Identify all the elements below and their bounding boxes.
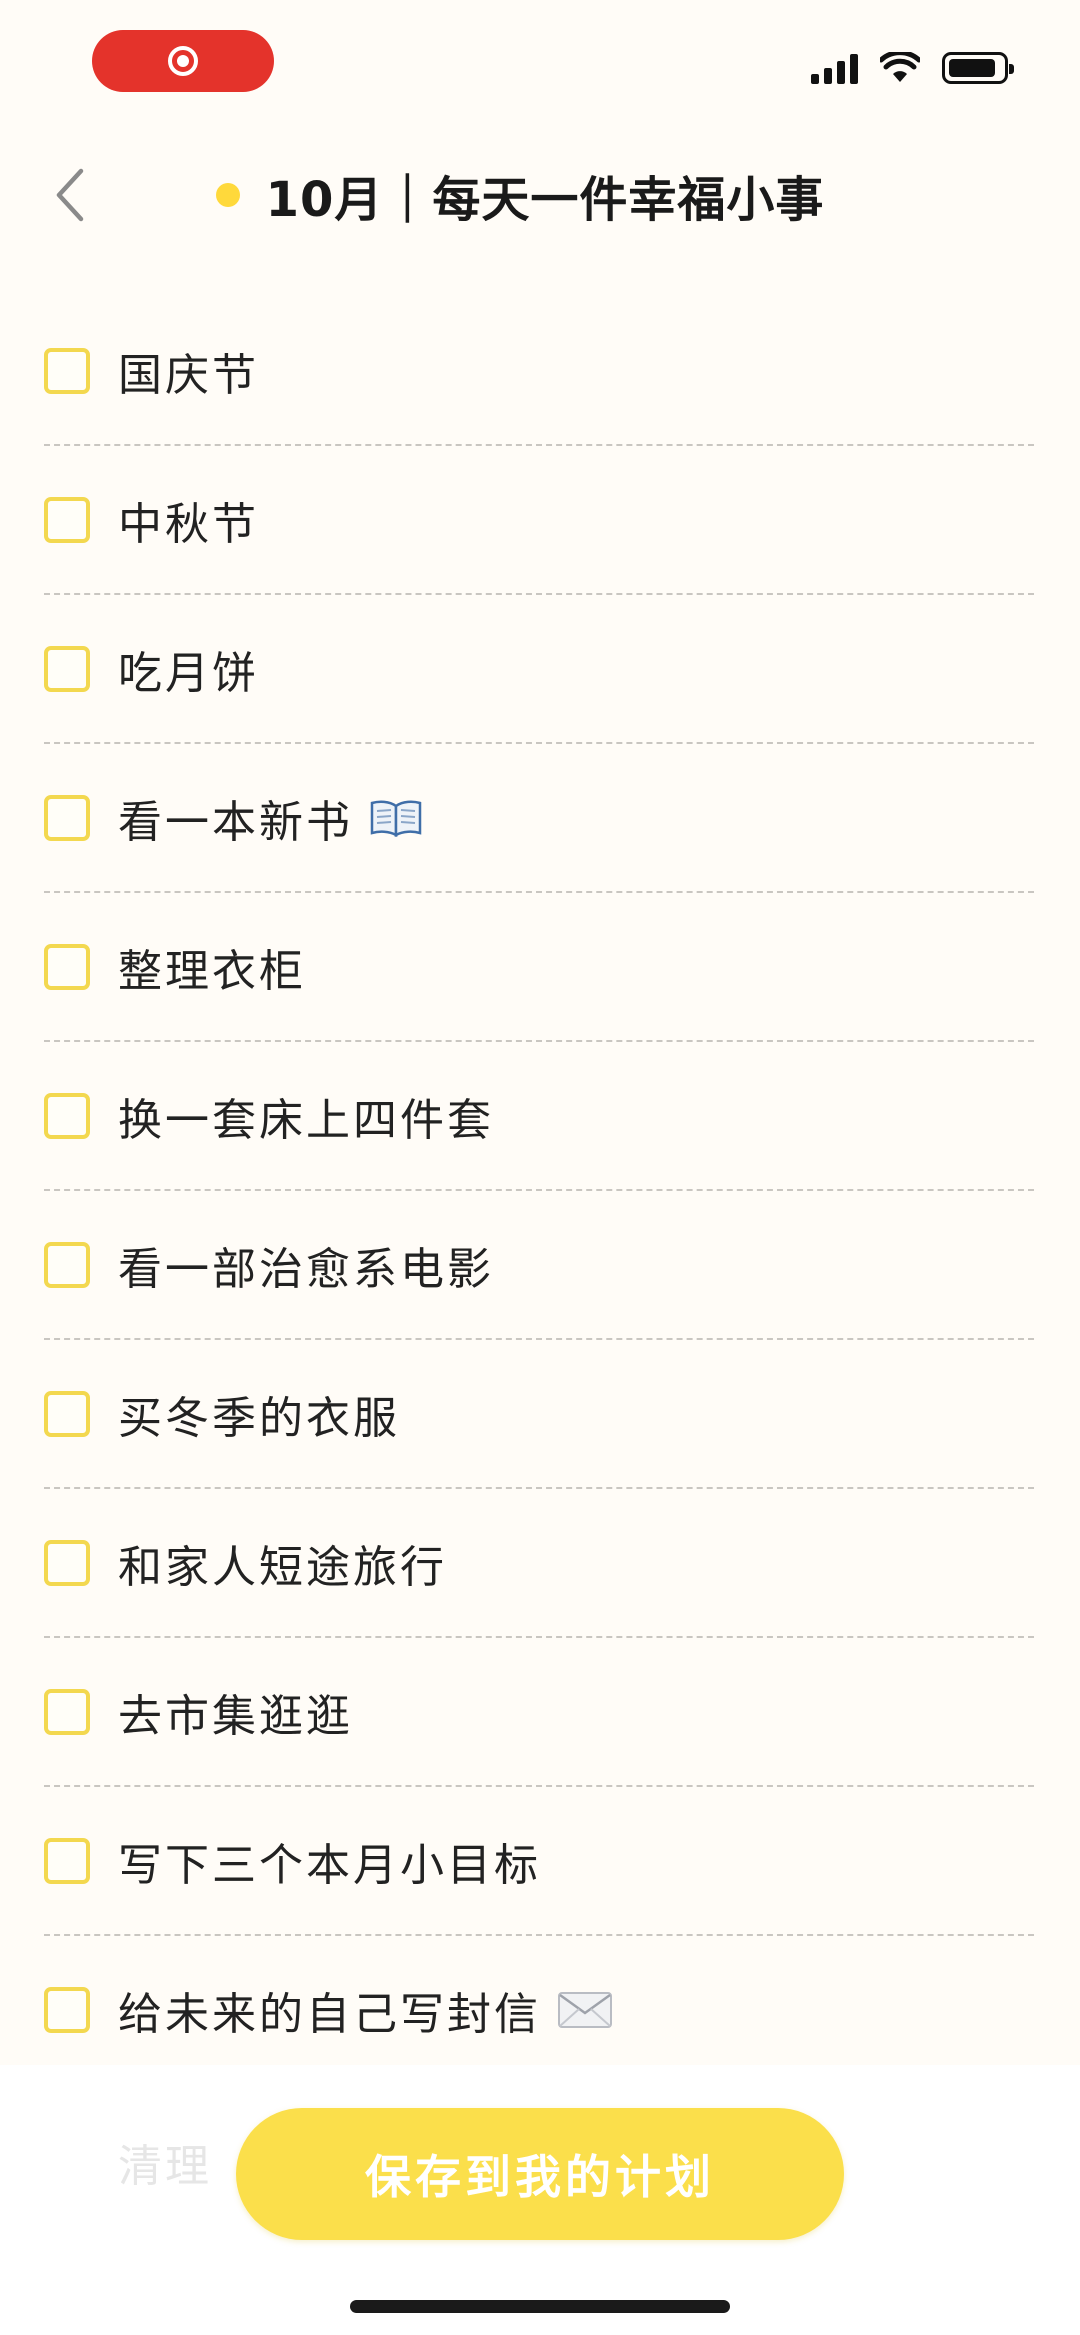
checklist-item-label: 看一本新书 [118, 796, 353, 848]
checkbox[interactable] [44, 347, 90, 394]
save-button-label: 保存到我的计划 [365, 2150, 715, 2204]
checklist-item-label: 去市集逛逛 [118, 1690, 353, 1742]
checklist-item-label: 买冬季的衣服 [118, 1392, 400, 1444]
checkbox[interactable] [44, 1986, 90, 2033]
title-wrap: 10月｜每天一件幸福小事 [0, 140, 1080, 250]
screen-record-indicator[interactable] [92, 30, 274, 92]
hidden-list-item: 清理 [118, 2141, 212, 2192]
checklist-item-label: 整理衣柜 [118, 945, 306, 997]
title-dot [215, 183, 240, 207]
checkbox[interactable] [44, 1390, 90, 1437]
checklist-item-label: 写下三个本月小目标 [118, 1839, 541, 1891]
checklist-item[interactable]: 看一部治愈系电影 [44, 1191, 1034, 1340]
checklist-item-label: 中秋节 [118, 498, 259, 550]
checkbox[interactable] [44, 645, 90, 692]
open-book-icon [369, 798, 423, 838]
checklist-item[interactable]: 看一本新书 [44, 744, 1034, 893]
checkbox[interactable] [44, 1837, 90, 1884]
home-indicator[interactable] [350, 2300, 730, 2313]
checkbox[interactable] [44, 943, 90, 990]
screen-record-icon [168, 46, 198, 76]
checkbox[interactable] [44, 1241, 90, 1288]
save-to-plan-button[interactable]: 保存到我的计划 [236, 2108, 844, 2240]
checklist: 国庆节中秋节吃月饼看一本新书整理衣柜换一套床上四件套 看一部治愈系电影 买冬季的衣服… [44, 297, 1034, 2085]
checklist-item[interactable]: 换一套床上四件套 [44, 1042, 1034, 1191]
checkbox[interactable] [44, 1688, 90, 1735]
checklist-item-label: 和家人短途旅行 [118, 1541, 447, 1593]
checklist-item-label: 国庆节 [118, 349, 259, 401]
checkbox[interactable] [44, 1092, 90, 1139]
checkbox[interactable] [44, 496, 90, 543]
checkbox[interactable] [44, 1539, 90, 1586]
cellular-signal-icon [811, 52, 858, 84]
checklist-item-label: 给未来的自己写封信 [118, 1988, 541, 2040]
checklist-item[interactable]: 和家人短途旅行 [44, 1489, 1034, 1638]
checklist-item[interactable]: 给未来的自己写封信 [44, 1936, 1034, 2085]
envelope-icon [557, 1990, 613, 2030]
checklist-item-label: 吃月饼 [118, 647, 259, 699]
checklist-item-label: 看一部治愈系电影 [118, 1243, 494, 1295]
status-bar [0, 0, 1080, 120]
checklist-item-label: 换一套床上四件套 [118, 1094, 494, 1146]
checklist-item[interactable]: 买冬季的衣服 [44, 1340, 1034, 1489]
battery-icon [942, 52, 1014, 84]
system-icons [811, 52, 1014, 84]
checkbox[interactable] [44, 794, 90, 841]
page-title: 10月｜每天一件幸福小事 [265, 172, 825, 228]
wifi-icon [880, 52, 920, 82]
checklist-item[interactable]: 写下三个本月小目标 [44, 1787, 1034, 1936]
checklist-item[interactable]: 中秋节 [44, 446, 1034, 595]
checklist-item[interactable]: 去市集逛逛 [44, 1638, 1034, 1787]
checklist-item[interactable]: 整理衣柜 [44, 893, 1034, 1042]
checklist-item[interactable]: 国庆节 [44, 297, 1034, 446]
nav-bar: 10月｜每天一件幸福小事 [0, 140, 1080, 250]
checklist-item[interactable]: 吃月饼 [44, 595, 1034, 744]
